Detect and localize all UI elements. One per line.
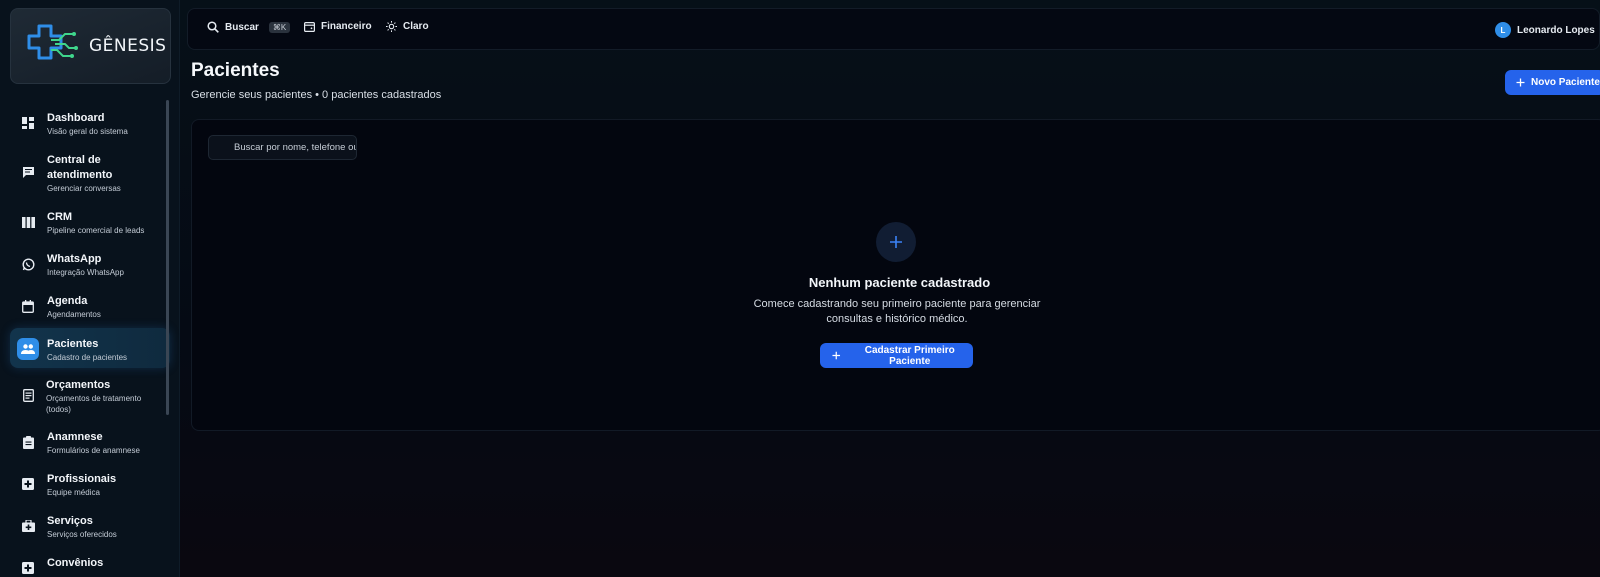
empty-state-description: Comece cadastrando seu primeiro paciente… — [753, 298, 1041, 325]
search-shortcut-badge: ⌘K — [268, 21, 291, 33]
sidebar-item-sub: Visão geral do sistema — [47, 127, 128, 136]
sidebar-item-servicos[interactable]: Serviços Serviços oferecidos — [10, 505, 170, 547]
users-icon — [17, 338, 39, 360]
sidebar-item-label: Agenda — [47, 295, 88, 307]
sidebar-item-sub: Orçamentos de tratamento (todos) — [46, 394, 142, 414]
topbar: Buscar ⌘K Financeiro Claro L Leonardo Lo… — [187, 8, 1600, 50]
whatsapp-icon — [20, 256, 36, 272]
sidebar-item-pacientes[interactable]: Pacientes Cadastro de pacientes — [10, 328, 170, 368]
sidebar-item-label: CRM — [47, 211, 73, 223]
plus-icon — [1516, 78, 1525, 87]
theme-label: Claro — [403, 21, 429, 32]
sidebar-item-label: WhatsApp — [47, 253, 102, 265]
add-first-patient-label: Cadastrar Primeiro Paciente — [864, 344, 955, 367]
sidebar-item-agenda[interactable]: Agenda Agendamentos — [10, 285, 170, 327]
patients-panel: Nenhum paciente cadastrado Comece cadast… — [191, 119, 1600, 431]
kanban-icon — [20, 214, 36, 230]
logo-icon — [27, 24, 78, 60]
sidebar-item-sub: Agendamentos — [47, 310, 101, 319]
medical-bag-icon — [20, 518, 36, 534]
sidebar-item-crm[interactable]: CRM Pipeline comercial de leads — [10, 201, 170, 243]
add-first-patient-button[interactable]: Cadastrar Primeiro Paciente — [820, 343, 973, 368]
wallet-icon — [304, 21, 315, 32]
avatar: L — [1495, 22, 1511, 38]
empty-state-title: Nenhum paciente cadastrado — [808, 275, 991, 290]
user-menu[interactable]: L Leonardo Lopes — [1495, 22, 1595, 38]
sidebar: GÊNESIS Dashboard Visão geral do sistema… — [0, 0, 180, 577]
sidebar-item-label: Convênios — [47, 557, 104, 569]
sidebar-item-orcamentos[interactable]: Orçamentos Orçamentos de tratamento (tod… — [10, 369, 170, 421]
brand-logo[interactable]: GÊNESIS — [10, 8, 171, 84]
sidebar-item-sub: Serviços oferecidos — [47, 530, 117, 539]
financeiro-label: Financeiro — [321, 21, 372, 32]
financeiro-button[interactable]: Financeiro — [304, 21, 372, 32]
clipboard-icon — [20, 434, 36, 450]
sun-icon — [386, 21, 397, 32]
page-title: Pacientes — [191, 60, 280, 81]
sidebar-item-sub: Gerenciar conversas — [47, 184, 121, 193]
sidebar-item-sub: Pipeline comercial de leads — [47, 226, 145, 235]
sidebar-item-anamnese[interactable]: Anamnese Formulários de anamnese — [10, 421, 170, 463]
page-subtitle: Gerencie seus pacientes • 0 pacientes ca… — [191, 89, 442, 101]
sidebar-item-label: Serviços — [47, 515, 93, 527]
global-search-button[interactable]: Buscar ⌘K — [207, 21, 291, 33]
new-patient-button[interactable]: Novo Paciente — [1505, 70, 1600, 95]
sidebar-item-sub: Integração WhatsApp — [47, 268, 124, 277]
sidebar-item-label: Profissionais — [47, 473, 117, 485]
empty-state-icon — [876, 222, 916, 262]
search-label: Buscar — [225, 21, 259, 33]
sidebar-item-sub: Formulários de anamnese — [47, 446, 140, 455]
dashboard-icon — [20, 115, 36, 131]
sidebar-item-whatsapp[interactable]: WhatsApp Integração WhatsApp — [10, 243, 170, 285]
sidebar-item-label: Orçamentos — [46, 379, 111, 391]
sidebar-item-label: Dashboard — [47, 112, 105, 124]
medical-cross-icon — [20, 476, 36, 492]
brand-name: GÊNESIS — [89, 36, 167, 56]
sidebar-item-central-de-atendimento[interactable]: Central de atendimento Gerenciar convers… — [10, 144, 170, 201]
sidebar-item-label: Central de atendimento — [47, 154, 113, 181]
sidebar-nav: Dashboard Visão geral do sistema Central… — [10, 102, 170, 577]
search-icon — [207, 21, 219, 33]
new-patient-label: Novo Paciente — [1531, 77, 1600, 88]
chat-icon — [20, 164, 36, 180]
plus-icon — [890, 236, 902, 248]
user-name: Leonardo Lopes — [1517, 24, 1595, 36]
plus-icon — [832, 351, 841, 360]
medical-cross-icon — [20, 560, 36, 576]
receipt-icon — [20, 387, 36, 403]
sidebar-item-sub: Cadastro de pacientes — [47, 353, 128, 362]
sidebar-item-convenios[interactable]: Convênios — [10, 547, 170, 577]
sidebar-item-profissionais[interactable]: Profissionais Equipe médica — [10, 463, 170, 505]
sidebar-item-dashboard[interactable]: Dashboard Visão geral do sistema — [10, 102, 170, 144]
sidebar-item-label: Anamnese — [47, 431, 103, 443]
sidebar-item-label: Pacientes — [47, 338, 99, 350]
sidebar-scrollbar[interactable] — [166, 100, 169, 415]
theme-toggle-button[interactable]: Claro — [386, 21, 429, 32]
sidebar-item-sub: Equipe médica — [47, 488, 100, 497]
patient-search-input[interactable] — [208, 135, 357, 160]
calendar-icon — [20, 298, 36, 314]
